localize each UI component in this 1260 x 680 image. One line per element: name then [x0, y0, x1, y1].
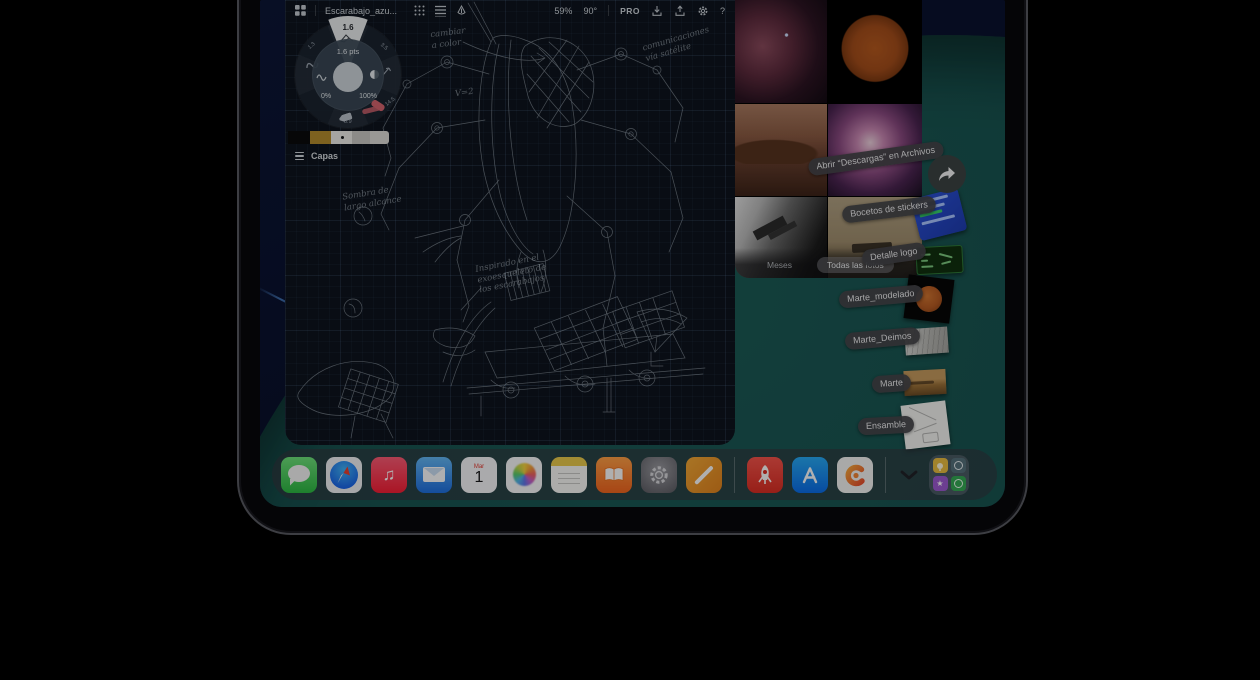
- pen-icon[interactable]: [456, 5, 467, 16]
- menu-icon[interactable]: [434, 4, 447, 17]
- drag-label-assembly[interactable]: Ensamble: [858, 416, 915, 436]
- opacity-max-label: 100%: [359, 93, 377, 100]
- rocket-icon: [752, 462, 778, 488]
- photo-thumbnail-mars-planet[interactable]: [828, 0, 922, 103]
- dock-app-messages[interactable]: [281, 457, 317, 493]
- canvas-annotation: cambiar a color: [430, 26, 468, 51]
- notes-line: [558, 483, 580, 485]
- dock-app-books[interactable]: [596, 457, 632, 493]
- photo-thumbnail-nebula[interactable]: [735, 0, 827, 103]
- tips-lightbulb-icon: [933, 458, 948, 473]
- dock-app-notes[interactable]: [551, 457, 587, 493]
- notes-line: [558, 473, 580, 475]
- dock-collapse-button[interactable]: [898, 457, 920, 493]
- star-icon: ★: [933, 476, 948, 491]
- drag-label-mars[interactable]: Marte: [871, 374, 911, 394]
- photos-app-window: Meses Todas las fotos: [735, 0, 922, 278]
- import-icon[interactable]: [651, 5, 663, 17]
- share-forward-button[interactable]: [928, 155, 966, 193]
- color-swatch-bar: [288, 131, 389, 144]
- timer-icon: [951, 476, 966, 491]
- chevron-down-icon: [900, 470, 918, 480]
- document-title[interactable]: Escarabajo_azu...: [325, 6, 397, 16]
- tool-wheel-center[interactable]: 1.6 pts 0% 100%: [312, 39, 384, 111]
- dock-divider: [734, 457, 735, 493]
- color-swatch[interactable]: [310, 131, 331, 144]
- precision-grid-icon[interactable]: [414, 5, 425, 16]
- dock-app-mail[interactable]: [416, 457, 452, 493]
- toolbar-divider: [315, 5, 316, 16]
- settings-gear-icon[interactable]: [697, 5, 709, 17]
- concepts-c-icon: [841, 461, 869, 489]
- apps-grid-icon[interactable]: [295, 5, 306, 16]
- page-background: cambiar a color comunicaciones vía satél…: [0, 0, 1260, 680]
- dock-recents-folder[interactable]: ★: [929, 455, 969, 495]
- dock-app-concepts[interactable]: [837, 457, 873, 493]
- toolbar-divider: [608, 5, 609, 16]
- tool-wheel[interactable]: 1.6 1.3 3.5 14.5 8.9 1.6 pts 0% 100%: [295, 22, 401, 128]
- zoom-level[interactable]: 59%: [554, 6, 572, 16]
- dock-app-app-store[interactable]: [792, 457, 828, 493]
- active-tool-size: 1.6: [295, 23, 401, 32]
- opacity-icon[interactable]: [370, 70, 379, 79]
- pro-button[interactable]: PRO: [620, 6, 640, 16]
- stroke-size-value: 1.6 pts: [312, 47, 384, 56]
- dock-app-draw[interactable]: [686, 457, 722, 493]
- layers-icon: [295, 152, 304, 160]
- share-forward-icon: [937, 165, 957, 183]
- music-note-icon: ♫: [383, 465, 396, 485]
- dock-divider: [885, 457, 886, 493]
- books-open-book-icon: [603, 466, 625, 484]
- concepts-app-window: cambiar a color comunicaciones vía satél…: [285, 0, 735, 445]
- opacity-min-label: 0%: [321, 93, 331, 100]
- settings-gear-icon: [647, 463, 671, 487]
- pen-stroke-icon: [694, 465, 713, 484]
- dock-app-calendar[interactable]: Mar 1: [461, 457, 497, 493]
- calendar-day: 1: [475, 470, 484, 487]
- safari-compass-icon: [330, 461, 358, 489]
- color-swatch[interactable]: [352, 131, 370, 144]
- rotation-value[interactable]: 90°: [583, 6, 597, 16]
- help-button[interactable]: ?: [720, 6, 725, 16]
- dock-app-settings[interactable]: [641, 457, 677, 493]
- color-swatch[interactable]: [370, 131, 389, 144]
- messages-bubble-tail: [290, 479, 297, 486]
- selected-swatch-dot: [341, 136, 344, 139]
- mail-envelope-icon: [423, 467, 445, 482]
- photos-flower-icon: [513, 463, 536, 486]
- dock-app-safari[interactable]: [326, 457, 362, 493]
- export-icon[interactable]: [674, 5, 686, 17]
- photo-thumbnail-mars-landscape[interactable]: [735, 104, 827, 196]
- tool-preview-circle[interactable]: [333, 62, 363, 92]
- camera-icon: [951, 458, 966, 473]
- smoothing-icon[interactable]: [316, 72, 327, 81]
- layers-panel-header[interactable]: Capas: [295, 151, 338, 161]
- tab-months[interactable]: Meses: [767, 260, 792, 270]
- ipad-screen: cambiar a color comunicaciones vía satél…: [260, 0, 1005, 507]
- notes-line: [558, 478, 580, 480]
- dock-app-rocket[interactable]: [747, 457, 783, 493]
- layers-label: Capas: [311, 151, 338, 161]
- app-store-a-icon: [798, 464, 822, 486]
- dock-app-music[interactable]: ♫: [371, 457, 407, 493]
- color-swatch[interactable]: [288, 131, 310, 144]
- dock-app-photos[interactable]: [506, 457, 542, 493]
- dock: ♫ Mar 1: [272, 449, 997, 500]
